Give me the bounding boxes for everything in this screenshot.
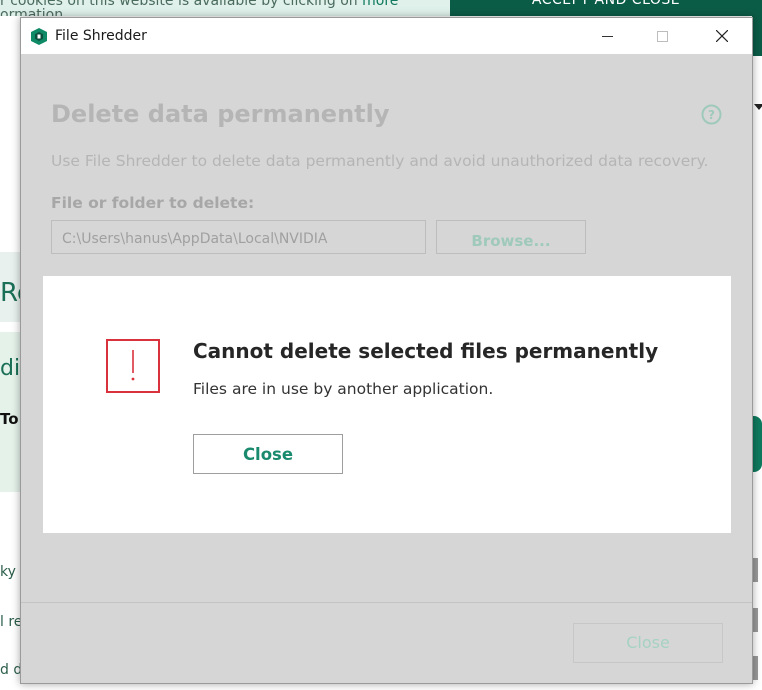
cookie-text-line2: ormation <box>0 7 64 16</box>
app-logo-icon <box>31 28 47 45</box>
browse-button[interactable]: Browse... <box>436 220 586 254</box>
error-icon <box>106 339 160 393</box>
path-input[interactable]: C:\Users\hanus\AppData\Local\NVIDIA <box>51 220 426 254</box>
minimize-button[interactable] <box>584 18 630 54</box>
error-title: Cannot delete selected files permanently <box>193 339 659 363</box>
cookie-text: r cookies on this website is available b… <box>0 0 430 16</box>
bg-fragment: To <box>0 410 19 428</box>
page-title: Delete data permanently <box>51 100 390 128</box>
error-message: Files are in use by another application. <box>193 380 494 398</box>
maximize-icon <box>656 30 668 42</box>
close-button[interactable]: Close <box>193 434 343 474</box>
window-close-button[interactable] <box>699 18 745 54</box>
file-folder-label: File or folder to delete: <box>51 194 255 212</box>
bg-fragment: ky <box>0 564 16 580</box>
accept-and-close-button[interactable]: ACCEPT AND CLOSE <box>450 0 762 16</box>
bg-fragment: di <box>0 356 21 381</box>
window-title: File Shredder <box>55 28 147 44</box>
footer-divider <box>21 602 752 603</box>
file-shredder-window: File Shredder Delete data permanently ? … <box>20 17 753 684</box>
error-dialog: Cannot delete selected files permanently… <box>43 276 731 533</box>
footer-close-button[interactable]: Close <box>573 623 723 663</box>
help-icon[interactable]: ? <box>701 104 722 125</box>
background-left-edge: Re di To ky l re d di <box>0 16 33 690</box>
svg-text:?: ? <box>708 108 715 122</box>
cookie-banner: r cookies on this website is available b… <box>0 0 762 16</box>
description-text: Use File Shredder to delete data permane… <box>51 152 709 170</box>
close-icon <box>716 30 728 42</box>
window-content: Delete data permanently ? Use File Shred… <box>21 54 752 683</box>
chevron-down-icon <box>754 104 762 110</box>
maximize-button[interactable] <box>639 18 685 54</box>
minimize-icon <box>601 35 613 37</box>
cookie-more-link[interactable]: more <box>362 0 398 9</box>
background-right-edge <box>752 16 762 690</box>
title-bar: File Shredder <box>21 18 752 54</box>
